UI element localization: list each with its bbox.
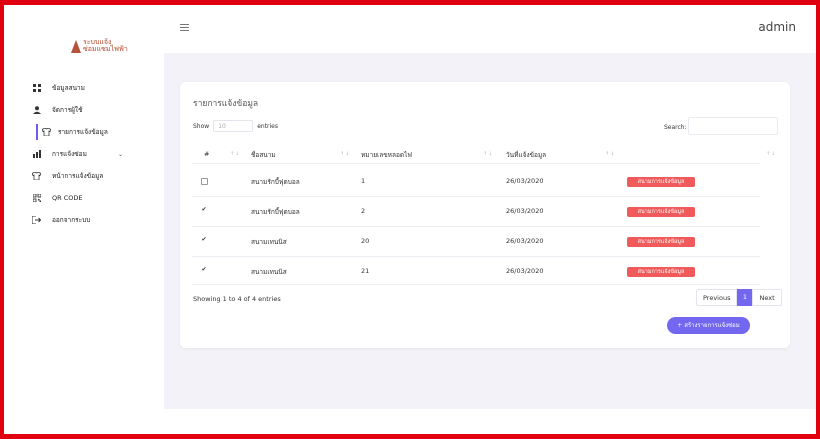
shirt-icon (32, 172, 41, 181)
table-divider (192, 163, 760, 164)
sort-icon[interactable]: ↑↓ (483, 151, 493, 157)
table-divider (192, 226, 760, 227)
field-name-cell: สนามเทนนิส (251, 238, 287, 246)
field-name-cell: สนามเทนนิส (251, 268, 287, 276)
previous-page-button[interactable]: Previous (696, 289, 738, 306)
user-icon (32, 106, 41, 115)
qrcode-icon (32, 194, 41, 203)
status-badge[interactable]: สนามการแจ้งข้อมูล (627, 267, 695, 277)
sidebar-item-report-list[interactable]: รายการแจ้งข้อมูล (4, 121, 164, 143)
sidebar-item-label: ออกจากระบบ (52, 216, 91, 224)
top-navbar: admin (164, 5, 816, 53)
row-checkbox-checked[interactable]: ✔ (201, 207, 207, 213)
sidebar-item-label: รายการแจ้งข้อมูล (58, 128, 108, 136)
create-repair-button[interactable]: + สร้างรายการแจ้งซ่อม (667, 317, 750, 334)
show-label: Show (193, 122, 210, 130)
logo-icon (71, 39, 81, 53)
sort-icon[interactable]: ↑↓ (230, 151, 240, 157)
hamburger-menu-icon[interactable] (180, 24, 189, 31)
status-badge[interactable]: สนามการแจ้งข้อมูล (627, 237, 695, 247)
column-header-report-date[interactable]: วันที่แจ้งข้อมูล (506, 150, 546, 160)
lamp-number-cell: 20 (361, 237, 370, 245)
shirt-icon (42, 128, 51, 137)
sidebar-item-label: หน้าการแจ้งข้อมูล (52, 172, 104, 180)
sidebar-item-label: ข้อมูลสนาม (52, 84, 85, 92)
lamp-number-cell: 1 (361, 177, 366, 185)
sidebar-item-label: การแจ้งซ่อม (52, 150, 87, 158)
table-divider (192, 284, 760, 285)
search-label: Search: (664, 124, 687, 131)
column-header-index[interactable]: # (204, 150, 209, 158)
page-1-button[interactable]: 1 (737, 289, 753, 306)
chevron-down-icon: ⌄ (118, 150, 124, 158)
lamp-number-cell: 2 (361, 207, 366, 215)
status-badge[interactable]: สนามการแจ้งข้อมูล (627, 177, 695, 187)
lamp-number-cell: 21 (361, 267, 370, 275)
logo-line-2: ซ่อมแซมไฟฟ้า (83, 45, 128, 53)
sidebar-item-label: QR CODE (52, 194, 83, 202)
column-header-lamp-number[interactable]: หมายเลขหลอดไฟ (361, 150, 412, 160)
report-date-cell: 26/03/2020 (506, 177, 544, 185)
table-info: Showing 1 to 4 of 4 entries (193, 295, 281, 303)
app-logo[interactable]: ระบบแจ้ง ซ่อมแซมไฟฟ้า (71, 39, 128, 53)
card-title: รายการแจ้งข้อมูล (193, 99, 259, 109)
report-list-card: รายการแจ้งข้อมูล Show 10 entries Search:… (180, 82, 790, 348)
row-checkbox[interactable] (201, 178, 208, 185)
report-date-cell: 26/03/2020 (506, 267, 544, 275)
row-checkbox-checked[interactable]: ✔ (201, 237, 207, 243)
sidebar-item-label: จัดการผู้ใช้ (52, 106, 83, 114)
sidebar-item-logout[interactable]: ออกจากระบบ (4, 209, 164, 231)
logout-icon (32, 216, 41, 225)
status-badge[interactable]: สนามการแจ้งข้อมูล (627, 207, 695, 217)
sidebar: ระบบแจ้ง ซ่อมแซมไฟฟ้า ข้อมูลสนาม จัดการผ… (4, 5, 164, 434)
entries-label: entries (257, 122, 279, 130)
sidebar-item-report-page[interactable]: หน้าการแจ้งข้อมูล (4, 165, 164, 187)
sort-icon[interactable]: ↑↓ (340, 151, 350, 157)
entries-select[interactable]: 10 (213, 120, 254, 132)
entries-length-control: Show 10 entries (193, 120, 278, 132)
next-page-button[interactable]: Next (752, 289, 782, 306)
pagination: Previous 1 Next (696, 289, 782, 306)
sidebar-item-repair[interactable]: การแจ้งซ่อม ⌄ (4, 143, 164, 165)
active-indicator (36, 124, 38, 140)
sidebar-item-qrcode[interactable]: QR CODE (4, 187, 164, 209)
field-name-cell: สนามรักบี้ฟุตบอล (251, 208, 300, 216)
sort-icon[interactable]: ↑↓ (605, 151, 615, 157)
sidebar-item-users[interactable]: จัดการผู้ใช้ (4, 99, 164, 121)
user-name[interactable]: admin (758, 20, 796, 34)
row-checkbox-checked[interactable]: ✔ (201, 267, 207, 273)
report-date-cell: 26/03/2020 (506, 207, 544, 215)
sort-icon[interactable]: ↑↓ (766, 151, 776, 157)
grid-icon (32, 84, 41, 93)
search-input[interactable] (688, 117, 778, 135)
column-header-field[interactable]: ชื่อสนาม (251, 150, 276, 160)
table-divider (192, 256, 760, 257)
chart-icon (32, 150, 41, 159)
report-date-cell: 26/03/2020 (506, 237, 544, 245)
sidebar-item-field-data[interactable]: ข้อมูลสนาม (4, 77, 164, 99)
table-divider (192, 196, 760, 197)
field-name-cell: สนามรักบี้ฟุตบอล (251, 178, 300, 186)
